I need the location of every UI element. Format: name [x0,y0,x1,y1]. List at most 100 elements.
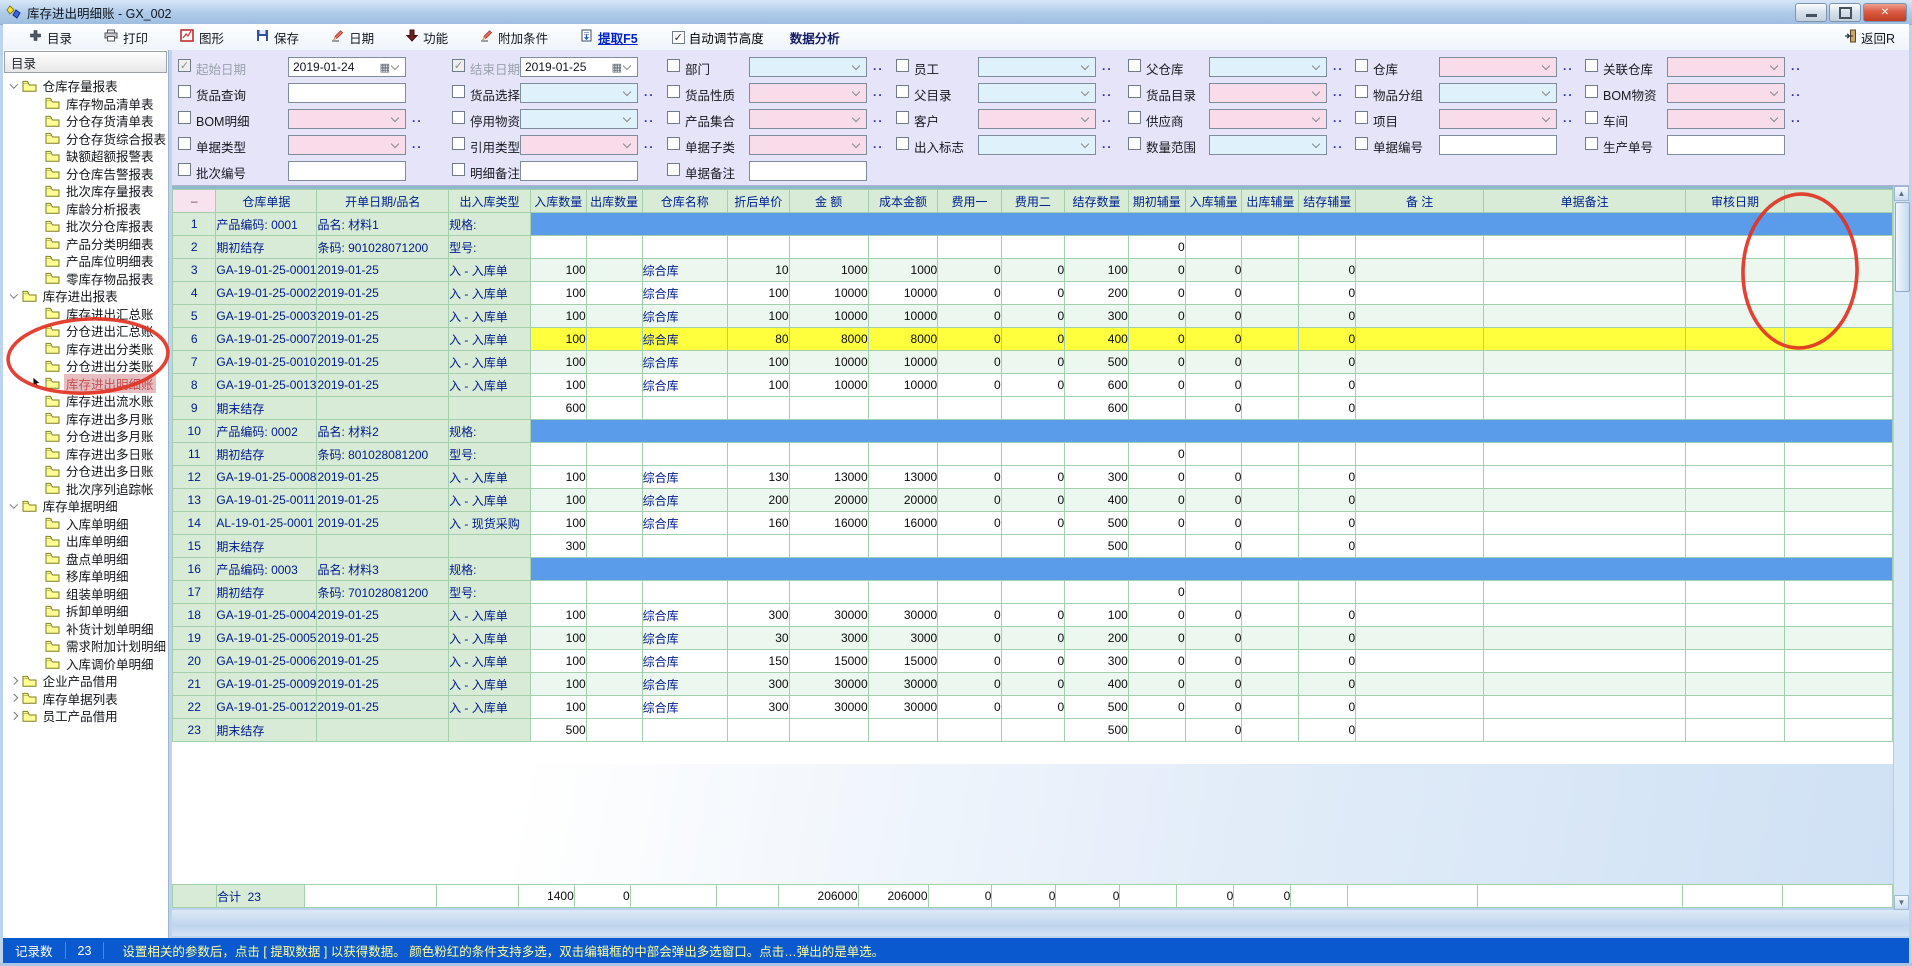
cell-balance[interactable]: 300 [1065,305,1129,328]
row-number[interactable]: 18 [173,604,216,627]
doc-cell[interactable]: GA-19-01-25-0002 [216,282,317,305]
row-number[interactable]: 2 [173,236,216,259]
doc-cell[interactable]: AL-19-01-25-0001 [216,512,317,535]
cell-doc_note[interactable] [1484,489,1686,512]
io-type-cell[interactable]: 型号: [449,581,531,604]
cell-note[interactable] [1356,719,1484,742]
toolbar-graph-button[interactable]: 图形 [180,28,224,47]
cell-note[interactable] [1356,397,1484,420]
doc-cell[interactable]: GA-19-01-25-0011 [216,489,317,512]
cell-balance[interactable]: 400 [1065,489,1129,512]
date-cell[interactable]: 2019-01-25 [317,489,449,512]
cell-doc_note[interactable] [1484,581,1686,604]
cell-out_qty[interactable] [586,604,642,627]
cell-balance[interactable]: 400 [1065,673,1129,696]
cell-balance[interactable]: 400 [1065,328,1129,351]
cell-doc_note[interactable] [1484,673,1686,696]
cell-note[interactable] [1356,696,1484,719]
filter-checkbox-数量范围[interactable] [1128,137,1141,150]
cell-fee1[interactable] [938,581,1001,604]
io-type-cell[interactable]: 入 - 入库单 [449,305,531,328]
cell-bal_aux[interactable]: 0 [1299,466,1356,489]
cell-bal_aux[interactable]: 0 [1299,282,1356,305]
cell-price[interactable]: 100 [727,374,789,397]
cell-in_aux[interactable]: 0 [1185,512,1242,535]
cell-in_aux[interactable]: 0 [1185,489,1242,512]
cell-fee1[interactable]: 0 [938,627,1001,650]
filter-checkbox-BOM明细[interactable] [178,111,191,124]
cell-in_qty[interactable] [530,236,586,259]
cell-price[interactable]: 150 [727,650,789,673]
cell-balance[interactable]: 300 [1065,650,1129,673]
product-group-band[interactable] [530,558,1892,581]
cell-amount[interactable]: 10000 [789,351,868,374]
cell-cost[interactable] [868,581,938,604]
row-number[interactable]: 20 [173,650,216,673]
cell-amount[interactable]: 1000 [789,259,868,282]
cell-note[interactable] [1356,650,1484,673]
cell-out_aux[interactable] [1242,397,1299,420]
tree-item-需求附加计划明细[interactable]: 需求附加计划明细 [3,637,168,655]
date-cell[interactable]: 2019-01-25 [317,627,449,650]
cell-cost[interactable] [868,535,938,558]
doc-cell[interactable]: GA-19-01-25-0001 [216,259,317,282]
row-number[interactable]: 7 [173,351,216,374]
cell-wh[interactable] [642,397,727,420]
cell-doc_note[interactable] [1484,512,1686,535]
cell-price[interactable]: 30 [727,627,789,650]
cell-amount[interactable]: 10000 [789,282,868,305]
io-type-cell[interactable]: 入 - 入库单 [449,351,531,374]
product-name-cell[interactable]: 品名: 材料2 [317,420,449,443]
filter-checkbox-单据备注[interactable] [667,163,680,176]
product-group-band[interactable] [530,213,1892,236]
cell-wh[interactable] [642,236,727,259]
filter-checkbox-父仓库[interactable] [1128,59,1141,72]
cell-fill[interactable] [1785,535,1893,558]
cell-note[interactable] [1356,512,1484,535]
sidebar-header[interactable]: 目录 [4,51,167,73]
cell-in_qty[interactable]: 100 [530,328,586,351]
cell-audit[interactable] [1686,535,1785,558]
cell-amount[interactable]: 16000 [789,512,868,535]
cell-out_qty[interactable] [586,673,642,696]
cell-audit[interactable] [1686,466,1785,489]
cell-cost[interactable]: 10000 [868,305,938,328]
cell-doc_note[interactable] [1484,719,1686,742]
toolbar-function-button[interactable]: 功能 [406,28,448,47]
filter-field-结束日期[interactable]: 2019-01-25▦ [520,57,638,77]
cell-audit[interactable] [1686,374,1785,397]
cell-cost[interactable] [868,236,938,259]
cell-out_qty[interactable] [586,351,642,374]
cell-balance[interactable]: 600 [1065,374,1129,397]
toolbar-extra-conditions-button[interactable]: 附加条件 [480,28,548,47]
tree-item-库存单据明细[interactable]: 库存单据明细 [3,497,168,515]
cell-amount[interactable]: 3000 [789,627,868,650]
cell-fee2[interactable]: 0 [1001,489,1064,512]
cell-out_qty[interactable] [586,581,642,604]
totals-in_aux[interactable]: 0 [1177,885,1234,908]
cell-price[interactable] [727,397,789,420]
cell-in_aux[interactable] [1185,581,1242,604]
tree-item-批次分仓库报表[interactable]: 批次分仓库报表 [3,217,168,235]
filter-field-起始日期[interactable]: 2019-01-24▦ [288,57,406,77]
cell-fee1[interactable]: 0 [938,466,1001,489]
cell-out_aux[interactable] [1242,512,1299,535]
filter-checkbox-出入标志[interactable] [896,137,909,150]
cell-in_qty[interactable]: 100 [530,282,586,305]
filter-checkbox-产品集合[interactable] [667,111,680,124]
cell-out_qty[interactable] [586,489,642,512]
toolbar-save-button[interactable]: 保存 [256,28,299,47]
row-number[interactable]: 14 [173,512,216,535]
multi-select-dots-button[interactable]: .. [873,111,884,125]
filter-field-仓库[interactable] [1439,57,1557,77]
tree-item-批次库存量报表[interactable]: 批次库存量报表 [3,182,168,200]
cell-in_qty[interactable]: 100 [530,466,586,489]
cell-in_qty[interactable]: 100 [530,351,586,374]
cell-note[interactable] [1356,282,1484,305]
cell-fee2[interactable] [1001,236,1064,259]
io-type-cell[interactable]: 入 - 入库单 [449,673,531,696]
cell-wh[interactable] [642,581,727,604]
tree-item-库存进出多日账[interactable]: 库存进出多日账 [3,445,168,463]
cell-note[interactable] [1356,259,1484,282]
totals-init_aux[interactable] [1120,885,1177,908]
